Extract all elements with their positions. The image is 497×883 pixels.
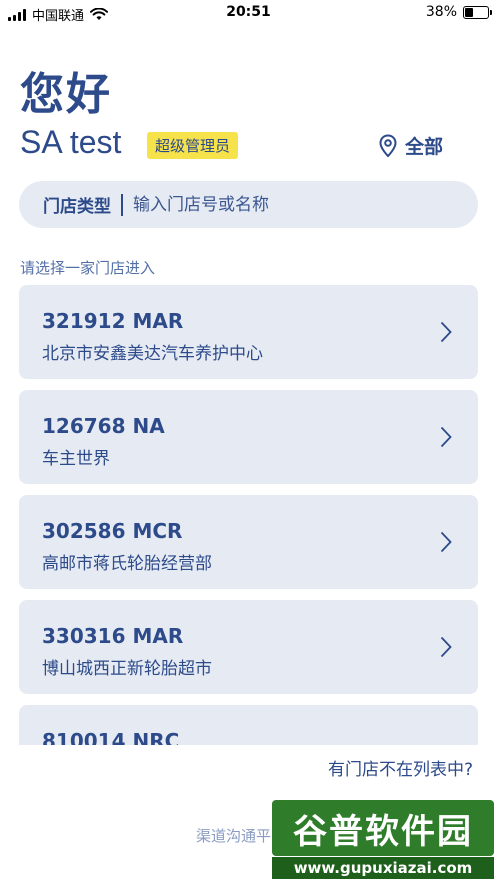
- role-badge: 超级管理员: [147, 132, 239, 159]
- watermark-title: 谷普软件园: [272, 800, 494, 856]
- store-code: 810014 NRC: [42, 729, 180, 745]
- store-code: 126768 NA: [42, 414, 165, 438]
- store-search-bar: 门店类型: [19, 181, 478, 228]
- scope-label: 全部: [404, 136, 443, 158]
- store-search-input[interactable]: [133, 194, 478, 215]
- store-name: 博山城西正新轮胎超市: [42, 659, 212, 679]
- location-pin-icon: [379, 133, 397, 157]
- store-not-listed-link[interactable]: 有门店不在列表中?: [328, 755, 473, 780]
- store-list[interactable]: 321912 MAR 北京市安鑫美达汽车养护中心 126768 NA 车主世界 …: [19, 285, 478, 745]
- chevron-right-icon: [440, 426, 452, 448]
- store-card[interactable]: 330316 MAR 博山城西正新轮胎超市: [19, 600, 478, 694]
- watermark-url: www.gupuxiazai.com: [272, 857, 494, 879]
- store-type-filter[interactable]: 门店类型: [43, 192, 111, 217]
- user-name: SA test: [20, 124, 122, 160]
- chevron-right-icon: [440, 636, 452, 658]
- battery-fill: [465, 7, 474, 17]
- status-bar: 中国联通 20:51 38%: [0, 0, 497, 26]
- store-code: 321912 MAR: [42, 309, 184, 333]
- status-right: 38%: [425, 4, 492, 20]
- footer-text: 渠道沟通平: [196, 827, 272, 845]
- select-store-prompt: 请选择一家门店进入: [20, 259, 156, 277]
- greeting-title: 您好: [20, 69, 112, 120]
- store-name: 北京市安鑫美达汽车养护中心: [42, 344, 263, 364]
- store-card[interactable]: 126768 NA 车主世界: [19, 390, 478, 484]
- watermark-logo: 谷普软件园 www.gupuxiazai.com: [272, 800, 494, 880]
- store-card[interactable]: 810014 NRC: [19, 705, 478, 745]
- search-divider: [121, 193, 123, 216]
- status-time: 20:51: [226, 4, 271, 20]
- user-row: SA test 超级管理员 全部: [20, 124, 477, 166]
- store-card[interactable]: 302586 MCR 高邮市蒋氏轮胎经营部: [19, 495, 478, 589]
- scope-selector[interactable]: 全部: [379, 132, 443, 159]
- battery-percent: 38%: [425, 4, 457, 20]
- store-card[interactable]: 321912 MAR 北京市安鑫美达汽车养护中心: [19, 285, 478, 379]
- store-code: 302586 MCR: [42, 519, 183, 543]
- battery-icon: [463, 5, 492, 19]
- store-name: 车主世界: [42, 449, 110, 469]
- chevron-right-icon: [440, 531, 452, 553]
- store-name: 高邮市蒋氏轮胎经营部: [42, 554, 212, 574]
- store-code: 330316 MAR: [42, 624, 184, 648]
- chevron-right-icon: [440, 321, 452, 343]
